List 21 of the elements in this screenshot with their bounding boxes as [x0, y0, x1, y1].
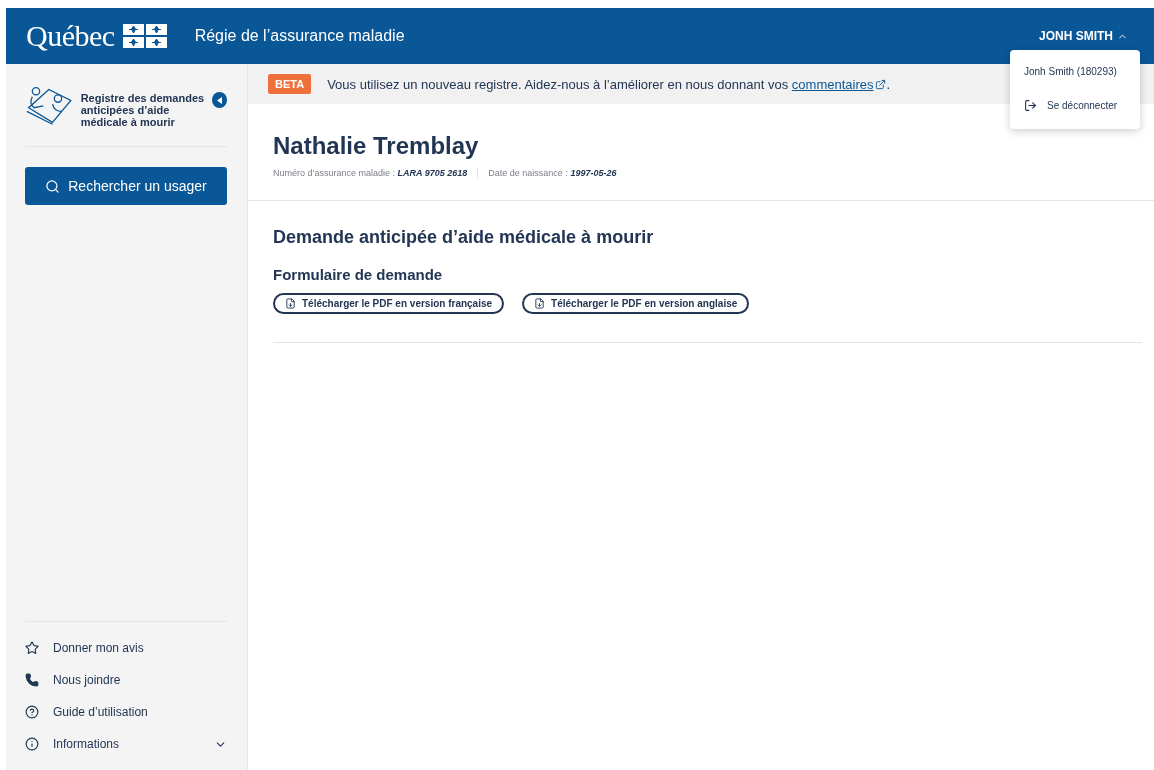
user-menu-button[interactable]: JONH SMITH [1033, 28, 1134, 44]
download-pdf-button[interactable]: Télécharger le PDF en version française [273, 293, 505, 314]
patient-field: Date de naissance : 1997-05-26 [488, 168, 627, 178]
site-title: Régie de l’assurance maladie [194, 27, 405, 45]
sidebar-link[interactable]: Informations [25, 728, 227, 760]
banner-text: Vous utilisez un nouveau registre. Aidez-nous à l’améliorer en nous donnant vos commentaires . [327, 76, 891, 92]
feedback-link[interactable]: commentaires [791, 76, 887, 92]
search-button[interactable]: Rechercher un usager [25, 167, 227, 206]
sidebar-link[interactable]: Guide d’utilisation [25, 696, 227, 728]
menu-item[interactable]: Se déconnecter [1010, 87, 1140, 123]
subsection-title: Formulaire de demande [273, 266, 444, 283]
beta-badge: BETA [268, 74, 312, 94]
patient-name: Nathalie Tremblay [273, 132, 480, 160]
logo-text: Québec [26, 19, 115, 53]
section-title: Demande anticipée d’aide médicale à mourir [273, 227, 655, 248]
app-title: Registre des demandes anticipées d’aide médicale à mourir [80, 91, 205, 129]
patient-field: Numéro d’assurance maladie : LARA 9705 2618 [273, 168, 479, 178]
menu-item[interactable]: Jonh Smith (180293) [1010, 56, 1140, 87]
sidebar-link[interactable]: Nous joindre [25, 664, 227, 696]
sidebar-link[interactable]: Donner mon avis [25, 632, 227, 664]
download-pdf-button[interactable]: Télécharger le PDF en version anglaise [522, 293, 750, 314]
